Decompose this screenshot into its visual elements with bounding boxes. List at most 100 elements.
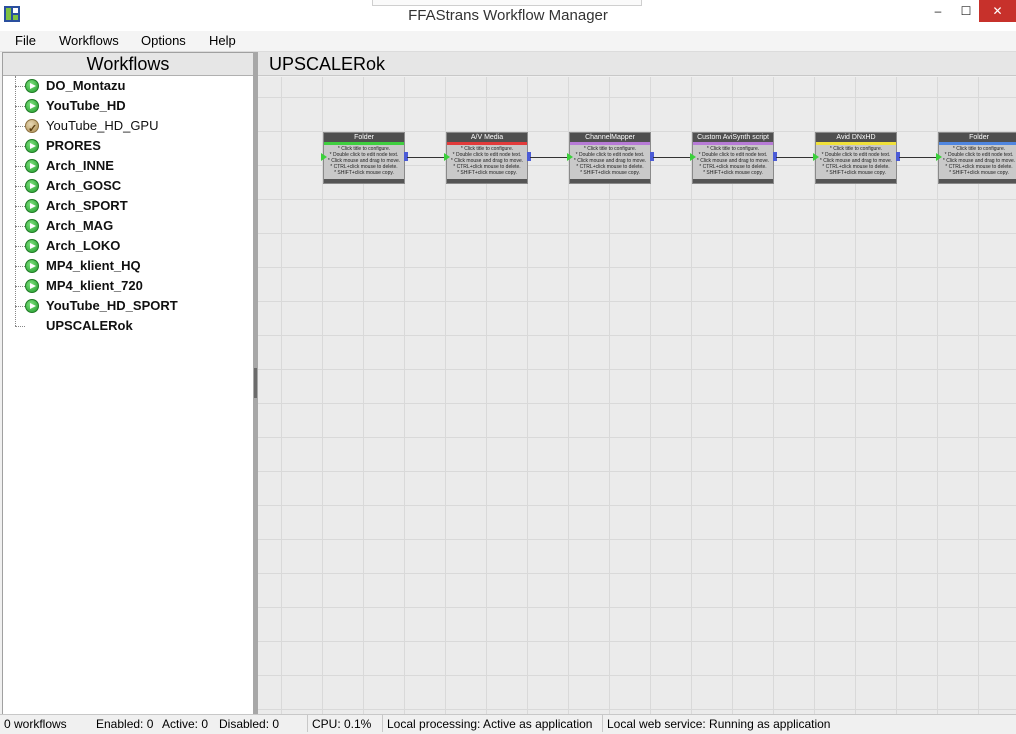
workflow-item[interactable]: Arch_INNE — [3, 156, 253, 176]
node-input-port[interactable] — [444, 153, 450, 161]
node-help-line: * SHIFT+click mouse copy. — [334, 170, 394, 176]
node-footer — [570, 179, 650, 183]
menu-help[interactable]: Help — [209, 33, 236, 48]
node-title[interactable]: A/V Media — [447, 133, 527, 142]
node-help-text: * Click title to configure. * Double clic… — [939, 145, 1016, 176]
node-input-port[interactable] — [813, 153, 819, 161]
workflow-item-label: MP4_klient_720 — [46, 278, 143, 293]
tree-branch-line — [15, 206, 25, 207]
workflow-item[interactable]: YouTube_HD_GPU — [3, 116, 253, 139]
workflow-item[interactable]: YouTube_HD — [3, 96, 253, 116]
status-local-processing: Local processing: Active as application — [382, 715, 602, 732]
workflow-item-label: YouTube_HD — [46, 98, 126, 113]
node-input-port[interactable] — [690, 153, 696, 161]
workflow-node[interactable]: ChannelMapper * Click title to configure.… — [567, 132, 654, 184]
play-status-icon — [25, 259, 39, 273]
workflow-item-label: YouTube_HD_SPORT — [46, 298, 178, 313]
workflow-item[interactable]: MP4_klient_720 — [3, 276, 253, 296]
tree-branch-line — [15, 106, 25, 107]
play-status-icon — [25, 199, 39, 213]
workflow-canvas[interactable]: Folder * Click title to configure. * Doubl… — [258, 77, 1016, 714]
tree-branch-line — [15, 286, 25, 287]
node-footer — [693, 179, 773, 183]
node-input-port[interactable] — [936, 153, 942, 161]
workflow-item[interactable]: Arch_GOSC — [3, 176, 253, 196]
menu-file[interactable]: File — [15, 33, 36, 48]
workflow-item-label: PRORES — [46, 138, 101, 153]
close-button[interactable]: ✕ — [979, 0, 1016, 22]
workflow-item[interactable]: DO_Montazu — [3, 76, 253, 96]
play-status-icon — [25, 239, 39, 253]
node-connector — [776, 157, 813, 158]
workflow-node[interactable]: Folder * Click title to configure. * Doubl… — [321, 132, 408, 184]
node-help-line: * SHIFT+click mouse copy. — [703, 170, 763, 176]
status-web-service: Local web service: Running as applicatio… — [602, 715, 1016, 732]
node-title[interactable]: Folder — [324, 133, 404, 142]
play-status-icon — [25, 279, 39, 293]
node-title[interactable]: ChannelMapper — [570, 133, 650, 142]
node-input-port[interactable] — [567, 153, 573, 161]
tree-branch-line — [15, 86, 25, 87]
node-footer — [447, 179, 527, 183]
workflow-node[interactable]: A/V Media * Click title to configure. * Do… — [444, 132, 531, 184]
tree-branch-line — [15, 126, 25, 127]
title-bar: FFAStrans Workflow Manager – ☐ ✕ — [0, 0, 1016, 31]
node-connector — [653, 157, 690, 158]
menu-options[interactable]: Options — [141, 33, 186, 48]
workflow-item[interactable]: Arch_SPORT — [3, 196, 253, 216]
node-connector — [407, 157, 444, 158]
minimize-button[interactable]: – — [923, 0, 953, 22]
workflow-item-label: Arch_INNE — [46, 158, 114, 173]
workflow-node[interactable]: Avid DNxHD * Click title to configure. * D… — [813, 132, 900, 184]
tree-branch-line — [15, 306, 25, 307]
node-help-text: * Click title to configure. * Double clic… — [816, 145, 896, 176]
play-status-icon — [25, 159, 39, 173]
play-status-icon — [25, 299, 39, 313]
node-help-line: * SHIFT+click mouse copy. — [826, 170, 886, 176]
node-help-text: * Click title to configure. * Double clic… — [324, 145, 404, 176]
workflow-node[interactable]: Folder * Click title to configure. * Doubl… — [936, 132, 1016, 184]
workflow-item[interactable]: YouTube_HD_SPORT — [3, 296, 253, 316]
node-help-line: * SHIFT+click mouse copy. — [457, 170, 517, 176]
tree-branch-line — [15, 226, 25, 227]
workflow-item-label: Arch_GOSC — [46, 178, 122, 193]
node-help-line: * SHIFT+click mouse copy. — [949, 170, 1009, 176]
workflow-item[interactable]: UPSCALERok — [3, 316, 253, 336]
workflow-item[interactable]: MP4_klient_HQ — [3, 256, 253, 276]
workflow-node[interactable]: Custom AviSynth script * Click title to c… — [690, 132, 777, 184]
maximize-button[interactable]: ☐ — [953, 0, 979, 22]
status-workflow-count: 0 workflows — [4, 717, 67, 731]
node-title[interactable]: Folder — [939, 133, 1016, 142]
tree-branch-line — [15, 266, 25, 267]
workflow-title: UPSCALERok — [258, 52, 1016, 76]
menu-workflows[interactable]: Workflows — [59, 33, 119, 48]
workflow-item[interactable]: PRORES — [3, 136, 253, 156]
node-help-text: * Click title to configure. * Double clic… — [570, 145, 650, 176]
node-input-port[interactable] — [321, 153, 327, 161]
node-title[interactable]: Custom AviSynth script — [693, 133, 773, 142]
workflow-item[interactable]: Arch_MAG — [3, 216, 253, 236]
play-status-icon — [25, 79, 39, 93]
tree-branch-line — [15, 246, 25, 247]
status-disabled: Disabled: 0 — [219, 717, 280, 731]
workflow-item-label: Arch_LOKO — [46, 238, 121, 253]
play-status-icon — [25, 179, 39, 193]
node-title[interactable]: Avid DNxHD — [816, 133, 896, 142]
window-title: FFAStrans Workflow Manager — [408, 7, 608, 24]
splitter-grip[interactable] — [254, 368, 257, 398]
workflow-item[interactable]: Arch_LOKO — [3, 236, 253, 256]
status-active: Active: 0 — [162, 717, 209, 731]
play-status-icon — [25, 219, 39, 233]
menu-bar: File Workflows Options Help — [0, 31, 1016, 52]
workflows-panel: Workflows DO_Montazu YouTube_HD YouTube_HD… — [2, 52, 254, 716]
workflow-item-label: MP4_klient_HQ — [46, 258, 141, 273]
node-footer — [324, 179, 404, 183]
tree-branch-line — [15, 186, 25, 187]
workflows-panel-header: Workflows — [3, 53, 253, 76]
node-footer — [816, 179, 896, 183]
node-help-text: * Click title to configure. * Double clic… — [447, 145, 527, 176]
node-footer — [939, 179, 1016, 183]
workflow-item-label: YouTube_HD_GPU — [46, 118, 159, 133]
play-status-icon — [25, 99, 39, 113]
node-connector — [530, 157, 567, 158]
